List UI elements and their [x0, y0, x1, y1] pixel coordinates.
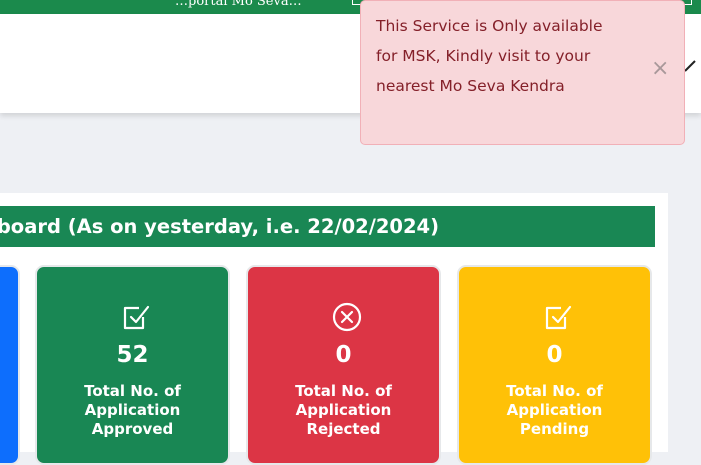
x-circle-icon [332, 302, 362, 332]
alert-toast: This Service is Only available for MSK, … [360, 0, 685, 145]
pending-count: 0 [546, 342, 563, 368]
dashboard-title: Dashboard (As on yesterday, i.e. 22/02/2… [0, 206, 655, 247]
stat-card-pending[interactable]: 0 Total No. of Application Pending [457, 265, 652, 465]
check-square-icon [123, 305, 150, 330]
top-bar-text: …portal Mo Seva… [175, 0, 302, 9]
rejected-label: Total No. of Application Rejected [295, 382, 392, 438]
stat-card-rejected[interactable]: 0 Total No. of Application Rejected [246, 265, 441, 465]
close-icon[interactable]: × [651, 56, 669, 82]
rejected-count: 0 [335, 342, 352, 368]
approved-label: Total No. of Application Approved [84, 382, 181, 438]
check-square-icon [545, 305, 572, 330]
stat-card-approved[interactable]: 52 Total No. of Application Approved [35, 265, 230, 465]
pending-label: Total No. of Application Pending [506, 382, 603, 438]
chevron-icon[interactable] [684, 60, 696, 72]
stat-card-total[interactable] [0, 265, 20, 465]
alert-message: This Service is Only available for MSK, … [376, 17, 603, 95]
approved-count: 52 [116, 342, 149, 368]
